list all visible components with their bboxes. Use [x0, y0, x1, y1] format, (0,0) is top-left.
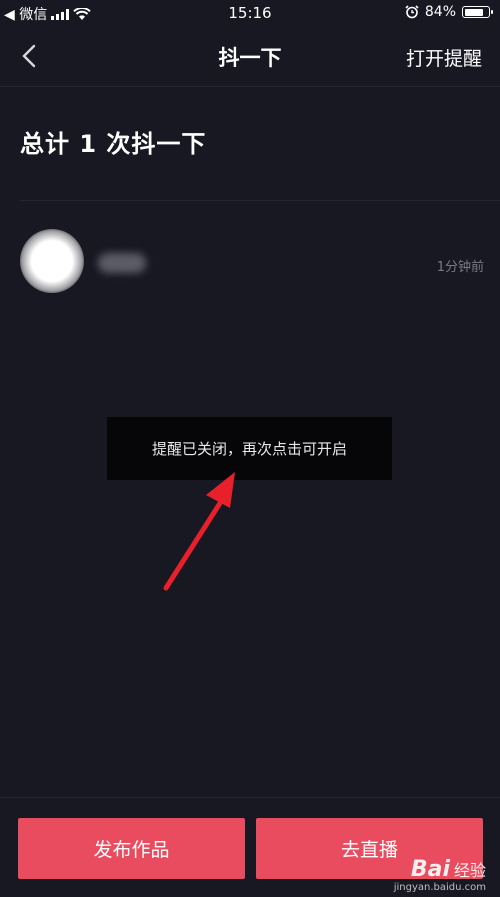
nav-bar: 抖一下 打开提醒: [0, 28, 500, 84]
alarm-icon: [405, 5, 419, 19]
list-item[interactable]: 1分钟前: [0, 215, 500, 305]
blurred-username: [98, 253, 146, 273]
watermark-logo: Bai: [410, 857, 450, 882]
watermark-logo-sub: 经验: [453, 861, 486, 880]
battery-text: 84%: [424, 4, 456, 20]
nav-divider: [0, 86, 500, 87]
battery-fill: [464, 8, 483, 16]
avatar[interactable]: [20, 229, 84, 293]
status-right: 84%: [405, 4, 493, 20]
toast-text: 提醒已关闭，再次点击可开启: [151, 440, 347, 458]
baidu-watermark: Bai 经验 jingyan.baidu.com: [394, 857, 486, 893]
section-divider: [20, 200, 500, 201]
bottom-divider: [0, 797, 500, 798]
battery-icon: [462, 6, 493, 18]
item-time: 1分钟前: [436, 260, 484, 275]
total-count: 总计 1 次抖一下: [20, 130, 207, 158]
status-bar: ◀ 微信 15:16 84%: [0, 0, 500, 28]
watermark-url: jingyan.baidu.com: [393, 882, 486, 893]
enable-reminder-button[interactable]: 打开提醒: [406, 44, 482, 71]
toast: 提醒已关闭，再次点击可开启: [107, 417, 392, 480]
publish-work-button[interactable]: 发布作品: [18, 818, 245, 879]
